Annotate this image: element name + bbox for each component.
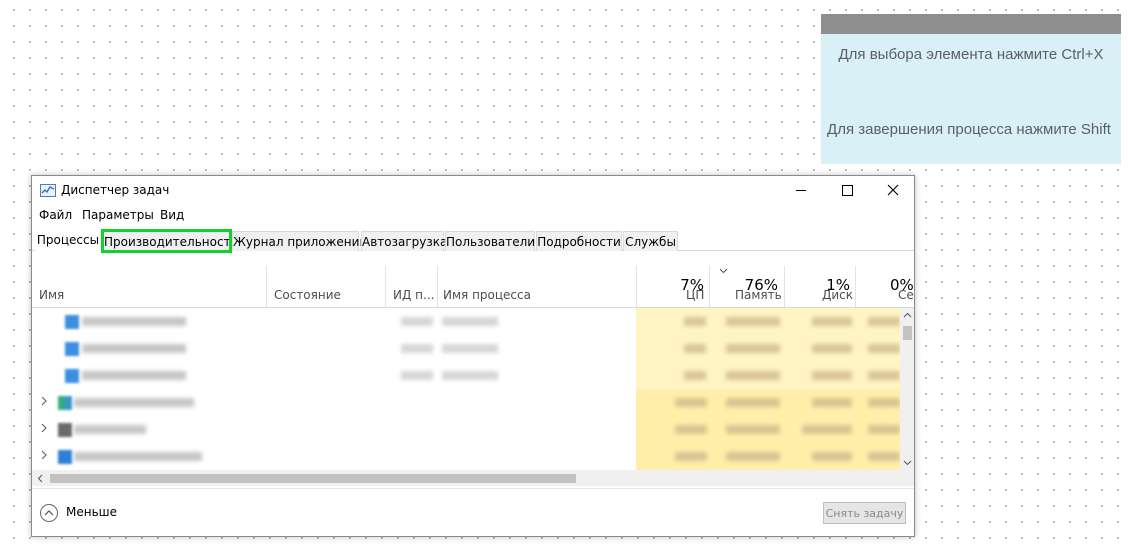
blurred-text [82, 371, 186, 380]
blurred-metric [675, 425, 707, 434]
column-header: Имя Состояние ИД п... Имя процесса 7% ЦП… [32, 266, 914, 308]
process-icon [65, 342, 79, 356]
column-cpu[interactable]: ЦП [686, 288, 704, 302]
close-icon [887, 184, 899, 196]
hint-panel: Для выбора элемента нажмите Ctrl+X Для з… [821, 14, 1121, 164]
sort-down-icon [719, 268, 728, 274]
close-button[interactable] [870, 176, 914, 204]
tab-strip: Процессы Производительность Журнал прило… [32, 229, 914, 253]
vertical-scrollbar[interactable] [900, 308, 914, 470]
tab-performance[interactable]: Производительность [101, 229, 238, 253]
column-memory[interactable]: Память [735, 288, 782, 302]
blurred-text [401, 344, 433, 353]
horizontal-scrollbar[interactable] [32, 470, 914, 486]
blurred-text [74, 452, 202, 461]
footer: Меньше Снять задачу [32, 488, 914, 536]
tab-app-history[interactable]: Журнал приложений [232, 231, 367, 251]
blurred-metric [684, 371, 706, 380]
table-row[interactable] [32, 443, 900, 470]
process-list [32, 308, 900, 470]
column-disk[interactable]: Диск [822, 288, 853, 302]
window-title: Диспетчер задач [61, 183, 170, 197]
maximize-button[interactable] [824, 176, 870, 204]
table-row[interactable] [32, 335, 900, 362]
horizontal-scroll-thumb[interactable] [50, 474, 576, 483]
blurred-metric [675, 452, 707, 461]
blurred-metric [868, 344, 900, 353]
process-icon [65, 315, 79, 329]
table-row[interactable] [32, 362, 900, 389]
menu-bar: Файл Параметры Вид [32, 206, 914, 224]
chevron-up-circle-icon[interactable] [40, 504, 58, 522]
blurred-metric [726, 317, 780, 326]
blurred-metric [726, 344, 780, 353]
blurred-metric [812, 452, 852, 461]
column-status[interactable]: Состояние [274, 288, 341, 302]
blurred-metric [726, 425, 780, 434]
column-process-name[interactable]: Имя процесса [443, 288, 531, 302]
blurred-metric [812, 344, 852, 353]
tab-users[interactable]: Пользователи [445, 231, 535, 251]
blurred-metric [675, 398, 707, 407]
menu-file[interactable]: Файл [39, 208, 72, 222]
scroll-up-icon[interactable] [903, 312, 912, 318]
scroll-down-icon[interactable] [903, 460, 912, 466]
tab-processes[interactable]: Процессы [35, 229, 101, 251]
table-row[interactable] [32, 416, 900, 443]
table-row[interactable] [32, 308, 900, 335]
blurred-text [74, 398, 194, 407]
process-icon [58, 450, 72, 464]
task-manager-window: Диспетчер задач Файл Параметры Вид Проце… [31, 175, 915, 537]
title-bar[interactable]: Диспетчер задач [32, 176, 914, 204]
menu-options[interactable]: Параметры [82, 208, 154, 222]
column-network[interactable]: Сет [898, 288, 914, 302]
blurred-metric [868, 317, 900, 326]
blurred-metric [726, 452, 780, 461]
tab-startup[interactable]: Автозагрузка [361, 231, 447, 251]
blurred-metric [684, 317, 706, 326]
column-pid[interactable]: ИД п... [393, 288, 434, 302]
process-icon [58, 423, 72, 437]
hint-select-text: Для выбора элемента нажмите Ctrl+X [838, 46, 1104, 63]
blurred-metric [812, 371, 852, 380]
blurred-text [401, 371, 433, 380]
blurred-metric [802, 425, 852, 434]
blurred-text [442, 317, 498, 326]
process-icon [65, 369, 79, 383]
hint-end-text: Для завершения процесса нажмите Shift [827, 121, 1111, 138]
blurred-text [82, 317, 186, 326]
blurred-text [442, 344, 498, 353]
process-icon [58, 396, 72, 410]
menu-view[interactable]: Вид [160, 208, 184, 222]
blurred-metric [868, 371, 900, 380]
end-task-button[interactable]: Снять задачу [823, 502, 906, 524]
hint-header-bar [821, 14, 1121, 34]
task-manager-icon [40, 184, 56, 197]
expand-chevron-icon[interactable] [40, 449, 48, 461]
minimize-button[interactable] [778, 176, 824, 204]
table-row[interactable] [32, 389, 900, 416]
blurred-text [82, 344, 186, 353]
blurred-text [74, 425, 146, 434]
fewer-details-link[interactable]: Меньше [66, 505, 117, 519]
scroll-left-icon[interactable] [37, 474, 43, 483]
blurred-metric [868, 425, 900, 434]
blurred-metric [868, 452, 900, 461]
vertical-scroll-thumb[interactable] [903, 326, 912, 340]
expand-chevron-icon[interactable] [40, 395, 48, 407]
blurred-metric [726, 398, 780, 407]
blurred-text [401, 317, 433, 326]
column-name[interactable]: Имя [39, 288, 64, 302]
blurred-text [442, 371, 498, 380]
expand-chevron-icon[interactable] [40, 422, 48, 434]
blurred-metric [812, 398, 852, 407]
tab-details[interactable]: Подробности [536, 231, 622, 251]
blurred-metric [684, 344, 706, 353]
tab-services[interactable]: Службы [623, 231, 678, 251]
blurred-metric [726, 371, 780, 380]
blurred-metric [868, 398, 900, 407]
blurred-metric [812, 317, 852, 326]
